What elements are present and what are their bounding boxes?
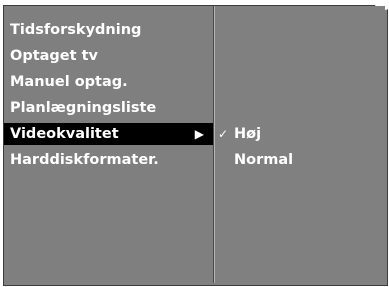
checkmark-icon: ✓: [218, 127, 229, 141]
submenu-item-label: Normal: [234, 152, 294, 168]
menu-item-label: Harddiskformater.: [10, 152, 159, 168]
menu-item-label: Manuel optag.: [10, 74, 128, 90]
menu-item-planlaegningsliste[interactable]: Planlægningsliste: [10, 97, 156, 119]
submenu-item-label: Høj: [234, 126, 262, 142]
menu-item-optaget-tv[interactable]: Optaget tv: [10, 45, 98, 67]
right-triangle-icon: ▶: [194, 127, 204, 141]
menu-item-videokvalitet[interactable]: Videokvalitet ▶: [4, 123, 213, 145]
menu-item-manuel-optag[interactable]: Manuel optag.: [10, 71, 128, 93]
menu-item-label: Videokvalitet: [10, 126, 119, 142]
menu-item-label: Planlægningsliste: [10, 100, 157, 116]
menu-item-tidsforskydning[interactable]: Tidsforskydning: [10, 19, 141, 41]
osd-menu: Tidsforskydning Optaget tv Manuel optag.…: [0, 0, 389, 287]
menu-item-label: Optaget tv: [10, 48, 98, 64]
submenu-item-normal[interactable]: Normal: [234, 149, 293, 171]
menu-item-harddiskformater[interactable]: Harddiskformater.: [10, 149, 159, 171]
menu-item-label: Tidsforskydning: [10, 22, 142, 38]
submenu-item-hoj[interactable]: Høj: [234, 123, 261, 145]
